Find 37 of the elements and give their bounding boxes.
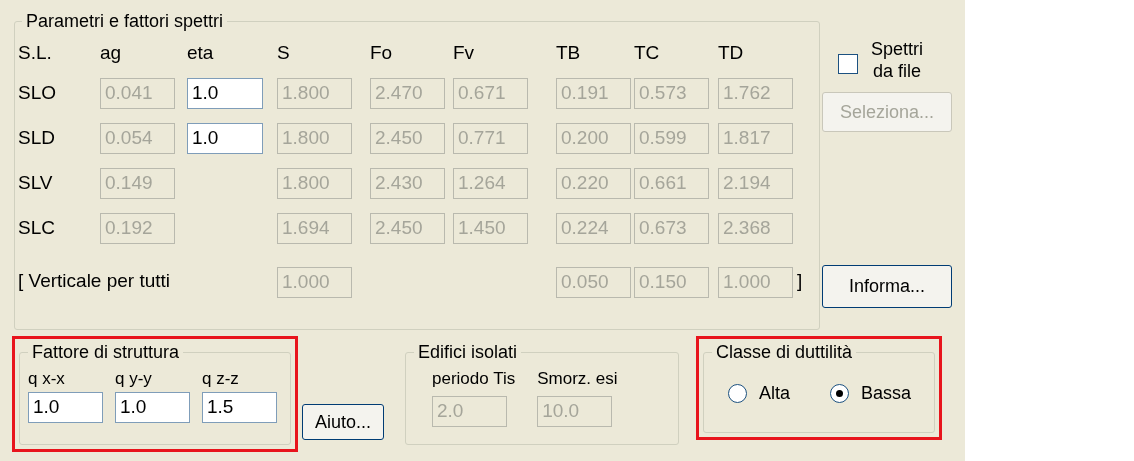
- row-label: SLD: [18, 127, 55, 149]
- input-field[interactable]: 1.0: [187, 123, 263, 154]
- input-field[interactable]: 1.5: [202, 391, 277, 423]
- field-label: q y-y: [115, 368, 153, 390]
- input-field[interactable]: 1.0: [115, 391, 190, 423]
- radio-button[interactable]: [728, 384, 747, 403]
- group-title: Classe di duttilità: [715, 341, 854, 364]
- column-header: Fo: [370, 41, 393, 63]
- row-label: SLO: [18, 82, 57, 104]
- checkbox-label: Spettri da file: [870, 38, 924, 82]
- radio-label: Bassa: [861, 382, 912, 405]
- row-label: SLC: [18, 217, 55, 239]
- input-field[interactable]: 1.0: [28, 391, 103, 423]
- button[interactable]: Informa...: [822, 265, 952, 308]
- column-header: TD: [718, 41, 744, 63]
- column-header: TC: [634, 41, 660, 63]
- radio-button[interactable]: [830, 384, 850, 403]
- row-label: [ Verticale per tutti: [18, 270, 171, 291]
- checkbox[interactable]: [838, 54, 858, 74]
- column-header: TB: [556, 41, 581, 63]
- column-header: S: [277, 41, 290, 63]
- column-header: ag: [100, 41, 122, 63]
- group-title: Parametri e fattori spettri: [25, 10, 225, 33]
- field-label: q z-z: [202, 368, 240, 390]
- group-title: Fattore di struttura: [31, 341, 181, 364]
- input-field[interactable]: 1.0: [187, 78, 263, 109]
- row-label: SLV: [18, 172, 53, 194]
- field-label: Smorz. esi: [537, 368, 618, 390]
- column-header: Fv: [453, 41, 475, 63]
- button[interactable]: Aiuto...: [302, 404, 384, 440]
- field-label: q x-x: [28, 368, 66, 390]
- group-title: Edifici isolati: [417, 341, 519, 364]
- field-label: periodo Tis: [432, 368, 516, 390]
- bracket: ]: [797, 269, 803, 293]
- column-header: S.L.: [18, 41, 52, 63]
- column-header: eta: [187, 41, 214, 63]
- radio-label: Alta: [759, 382, 791, 405]
